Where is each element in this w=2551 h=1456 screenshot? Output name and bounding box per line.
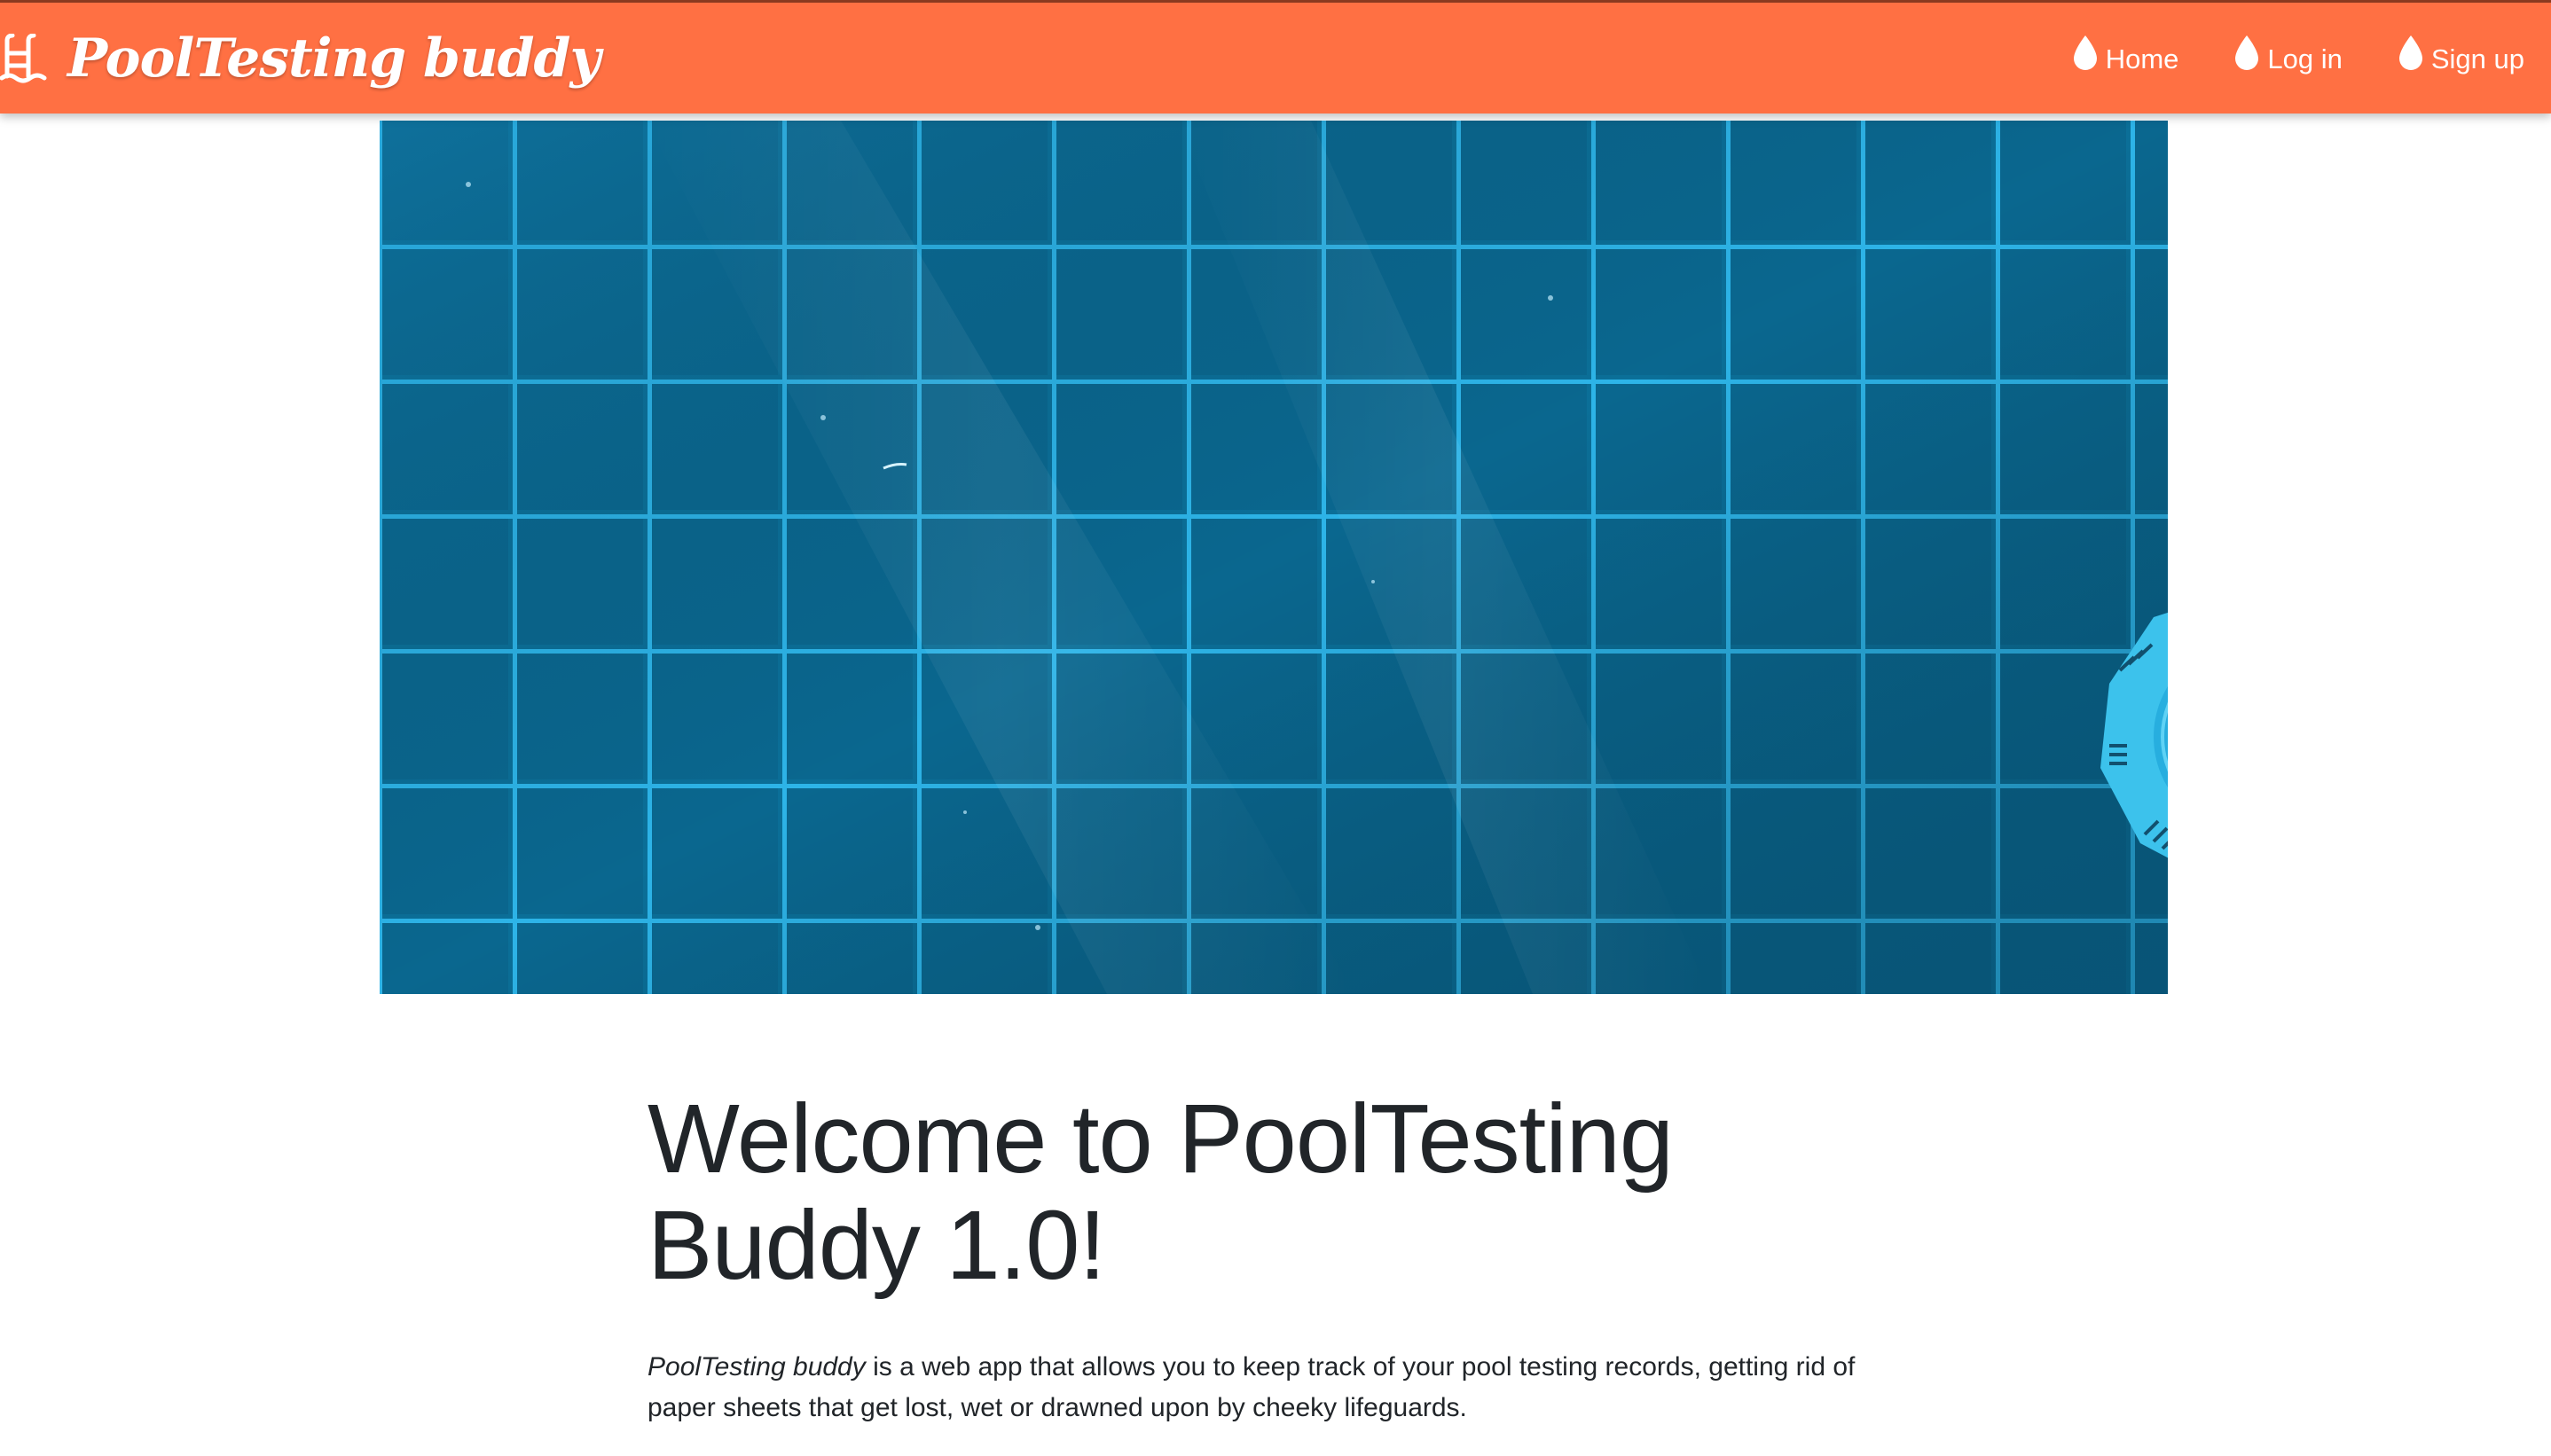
pool-tiles-illustration [380, 121, 2168, 994]
intro-app-name: PoolTesting buddy [648, 1352, 866, 1382]
pool-ladder-icon [0, 34, 47, 83]
nav-signup-link[interactable]: Sign up [2396, 35, 2524, 75]
nav-login-label: Log in [2267, 43, 2343, 74]
brand-link[interactable]: PoolTesting buddy [0, 19, 600, 98]
nav-home-label: Home [2105, 43, 2179, 74]
water-drop-icon [2398, 35, 2422, 70]
top-navbar: PoolTesting buddy Home Log in Sign up [0, 0, 2551, 114]
brand-name: PoolTesting buddy [67, 27, 600, 90]
nav-login-link[interactable]: Log in [2232, 35, 2343, 75]
nav-home-link[interactable]: Home [2070, 35, 2179, 75]
nav-signup-label: Sign up [2430, 43, 2524, 74]
water-drop-icon [2235, 35, 2259, 70]
main-nav: Home Log in Sign up [2017, 3, 2524, 116]
water-drop-icon [2073, 35, 2097, 70]
hero-pool-image [380, 121, 2168, 994]
main-content: Welcome to PoolTesting Buddy 1.0! PoolTe… [648, 1086, 1925, 1429]
page-title: Welcome to PoolTesting Buddy 1.0! [648, 1084, 1674, 1300]
intro-paragraph: PoolTesting buddy is a web app that allo… [648, 1347, 1889, 1429]
